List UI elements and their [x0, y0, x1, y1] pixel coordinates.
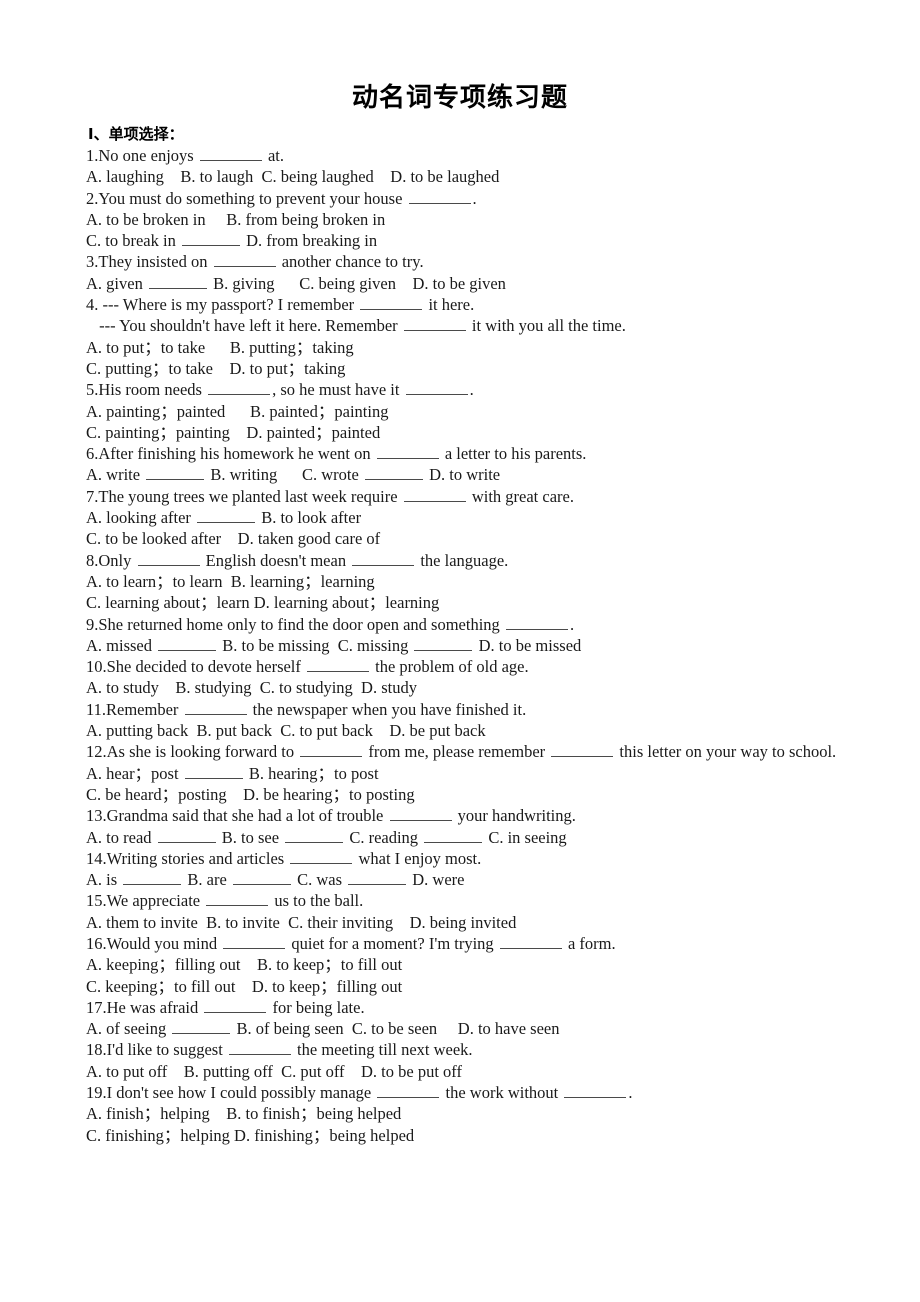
answer-blank	[157, 828, 216, 843]
question-option-line[interactable]: A. to study B. studying C. to studying D…	[86, 677, 886, 698]
answer-blank	[505, 615, 568, 630]
answer-blank	[204, 998, 267, 1013]
answer-blank	[223, 934, 286, 949]
answer-blank	[290, 849, 353, 864]
question-stem: 11.Remember the newspaper when you have …	[86, 699, 527, 719]
question-option-line[interactable]: A. missed B. to be missing C. missing D.…	[86, 635, 886, 656]
question-option-line[interactable]: A. hear；post B. hearing；to post	[86, 763, 886, 784]
document-page: 动名词专项练习题 Ⅰ、单项选择： 1.No one enjoys at. A. l…	[0, 0, 920, 1302]
question-option-line[interactable]: A. to be broken in B. from being broken …	[86, 209, 886, 230]
answer-blank	[123, 871, 182, 886]
question-stem: 8.Only English doesn't mean the language…	[86, 550, 509, 570]
question-list: 1.No one enjoys at. A. laughing B. to lau…	[86, 145, 886, 1146]
question-option-line[interactable]: A. to learn；to learn B. learning；learnin…	[86, 571, 886, 592]
answer-blank	[213, 253, 276, 268]
question-option-line[interactable]: A. is B. are C. was D. were	[86, 869, 886, 890]
answer-blank	[403, 487, 466, 502]
question-stem: 15.We appreciate us to the ball.	[86, 891, 364, 911]
answer-blank	[228, 1041, 291, 1056]
question-stem: 16.Would you mind quiet for a moment? I'…	[86, 933, 616, 953]
answer-blank	[364, 466, 423, 481]
answer-blank	[148, 274, 207, 289]
section-heading-multiple-choice: Ⅰ、单项选择：	[88, 125, 184, 143]
question-option-line[interactable]: A. putting back B. put back C. to put ba…	[86, 720, 886, 741]
answer-blank	[405, 381, 468, 396]
answer-blank	[232, 871, 291, 886]
question-option-line[interactable]: A. finish；helping B. to finish；being hel…	[86, 1103, 886, 1124]
question-stem: 18.I'd like to suggest the meeting till …	[86, 1040, 473, 1060]
question-stem: 3.They insisted on another chance to try…	[86, 252, 424, 272]
answer-blank	[389, 807, 452, 822]
question-stem: 7.The young trees we planted last week r…	[86, 486, 574, 506]
question-option-line[interactable]: A. to read B. to see C. reading C. in se…	[86, 827, 886, 848]
question-option-line[interactable]: C. keeping；to fill out D. to keep；fillin…	[86, 976, 886, 997]
question-stem: 5.His room needs , so he must have it .	[86, 380, 474, 400]
question-option-line[interactable]: C. putting；to take D. to put；taking	[86, 358, 886, 379]
answer-blank	[348, 871, 407, 886]
question-stem: 14.Writing stories and articles what I e…	[86, 848, 482, 868]
answer-blank	[377, 1084, 440, 1099]
question-option-line[interactable]: A. them to invite B. to invite C. their …	[86, 912, 886, 933]
question-stem: 12.As she is looking forward to from me,…	[86, 742, 837, 762]
question-stem: 19.I don't see how I could possibly mana…	[86, 1083, 633, 1103]
question-stem: 1.No one enjoys at.	[86, 146, 284, 165]
question-option-line[interactable]: A. given B. giving C. being given D. to …	[86, 273, 886, 294]
answer-blank	[146, 466, 205, 481]
exercise-body: Ⅰ、单项选择： 1.No one enjoys at. A. laughing B…	[86, 124, 886, 1146]
question-stem-continuation: --- You shouldn't have left it here. Rem…	[95, 316, 626, 336]
answer-blank	[199, 146, 262, 161]
answer-blank	[499, 934, 562, 949]
question-option-line[interactable]: C. painting；painting D. painted；painted	[86, 422, 886, 443]
question-option-line[interactable]: A. painting；painted B. painted；painting	[86, 401, 886, 422]
question-stem: 9.She returned home only to find the doo…	[86, 614, 575, 634]
answer-blank	[184, 764, 243, 779]
answer-blank	[414, 636, 473, 651]
answer-blank	[206, 892, 269, 907]
question-option-line[interactable]: C. finishing；helping D. finishing；being …	[86, 1125, 886, 1146]
question-option-line[interactable]: A. to put off B. putting off C. put off …	[86, 1061, 886, 1082]
answer-blank	[352, 551, 415, 566]
answer-blank	[158, 636, 217, 651]
answer-blank	[285, 828, 344, 843]
question-option-line[interactable]: A. to put；to take B. putting；taking	[86, 337, 886, 358]
answer-blank	[307, 658, 370, 673]
question-stem: 13.Grandma said that she had a lot of tr…	[86, 806, 576, 826]
answer-blank	[376, 445, 439, 460]
answer-blank	[408, 189, 471, 204]
question-option-line[interactable]: C. be heard；posting D. be hearing；to pos…	[86, 784, 886, 805]
answer-blank	[197, 509, 256, 524]
answer-blank	[300, 743, 363, 758]
answer-blank	[137, 551, 200, 566]
answer-blank	[360, 296, 423, 311]
question-option-line[interactable]: A. keeping；filling out B. to keep；to fil…	[86, 954, 886, 975]
question-option-line[interactable]: C. to break in D. from breaking in	[86, 230, 886, 251]
question-option-line[interactable]: A. laughing B. to laugh C. being laughed…	[86, 166, 886, 187]
answer-blank	[172, 1020, 231, 1035]
answer-blank	[564, 1084, 627, 1099]
question-stem: 10.She decided to devote herself the pro…	[86, 657, 529, 677]
answer-blank	[208, 381, 271, 396]
question-stem: 6.After finishing his homework he went o…	[86, 444, 587, 464]
answer-blank	[424, 828, 483, 843]
question-option-line[interactable]: A. looking after B. to look after	[86, 507, 886, 528]
answer-blank	[403, 317, 466, 332]
question-stem: 2.You must do something to prevent your …	[86, 188, 477, 208]
question-option-line[interactable]: C. learning about；learn D. learning abou…	[86, 592, 886, 613]
question-stem: 4. --- Where is my passport? I remember …	[86, 295, 475, 315]
answer-blank	[184, 700, 247, 715]
page-title: 动名词专项练习题	[351, 83, 568, 113]
question-option-line[interactable]: A. of seeing B. of being seen C. to be s…	[86, 1018, 886, 1039]
question-option-line[interactable]: A. write B. writing C. wrote D. to write	[86, 464, 886, 485]
question-option-line[interactable]: C. to be looked after D. taken good care…	[86, 528, 886, 549]
answer-blank	[181, 232, 240, 247]
question-stem: 17.He was afraid for being late.	[86, 997, 365, 1017]
answer-blank	[551, 743, 614, 758]
